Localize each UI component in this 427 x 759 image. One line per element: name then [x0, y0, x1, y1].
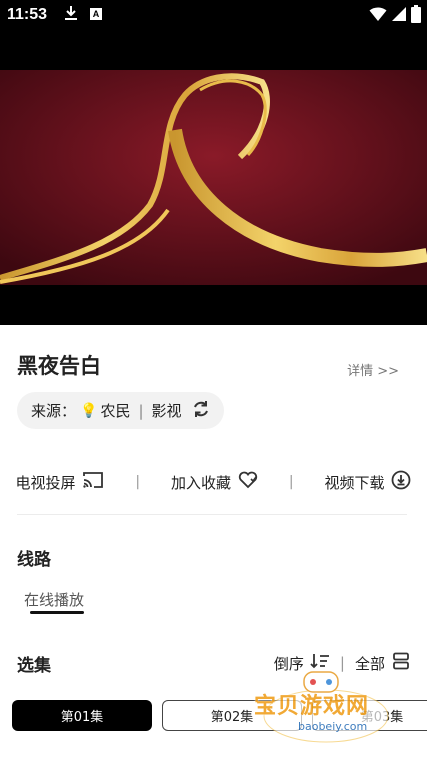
wifi-icon — [369, 6, 387, 26]
tv-cast-label: 电视投屏 — [15, 473, 76, 492]
video-player[interactable] — [0, 30, 427, 325]
favorite-label: 加入收藏 — [170, 473, 231, 492]
route-title: 线路 — [17, 550, 51, 570]
tv-cast-button[interactable]: 电视投屏 — [15, 471, 104, 493]
action-separator: | — [135, 474, 141, 490]
action-separator: | — [288, 474, 294, 490]
source-type: 影视 — [151, 402, 182, 420]
cast-icon — [82, 471, 104, 493]
status-time: 11:53 — [7, 6, 48, 23]
notification-app-icon: A — [90, 8, 102, 20]
battery-icon — [411, 5, 421, 27]
lightbulb-icon: 💡 — [80, 402, 98, 419]
refresh-icon[interactable] — [192, 400, 210, 422]
video-title: 黑夜告白 — [17, 354, 101, 378]
download-label: 视频下载 — [324, 473, 385, 492]
source-label: 来源： — [31, 402, 77, 420]
status-bar: 11:53 A — [0, 0, 427, 30]
source-selector[interactable]: 来源： 💡 农民 | 影视 — [17, 392, 224, 429]
source-divider: | — [138, 401, 144, 420]
details-link[interactable]: 详情 >> — [347, 360, 399, 379]
favorite-button[interactable]: 加入收藏 — [171, 471, 258, 493]
download-button[interactable]: 视频下载 — [324, 470, 411, 494]
episodes-title: 选集 — [17, 656, 51, 676]
episode-item[interactable]: 第01集 — [12, 700, 152, 731]
signal-icon — [391, 6, 407, 26]
action-bar: 电视投屏 | 加入收藏 | 视频下载 — [0, 467, 427, 497]
route-tab-online[interactable]: 在线播放 — [24, 589, 84, 610]
watermark: 宝贝游戏网 baobeiy.com — [246, 668, 396, 748]
route-tab-indicator — [30, 611, 84, 614]
status-icons — [369, 5, 421, 27]
heart-icon — [238, 471, 258, 493]
watermark-text: 宝贝游戏网 — [254, 694, 370, 719]
source-name: 农民 — [100, 402, 131, 420]
watermark-url: baobeiy.com — [298, 720, 368, 733]
section-divider — [17, 514, 407, 515]
video-frame — [0, 70, 427, 285]
download-status-icon — [64, 5, 78, 25]
download-circle-icon — [391, 470, 411, 494]
